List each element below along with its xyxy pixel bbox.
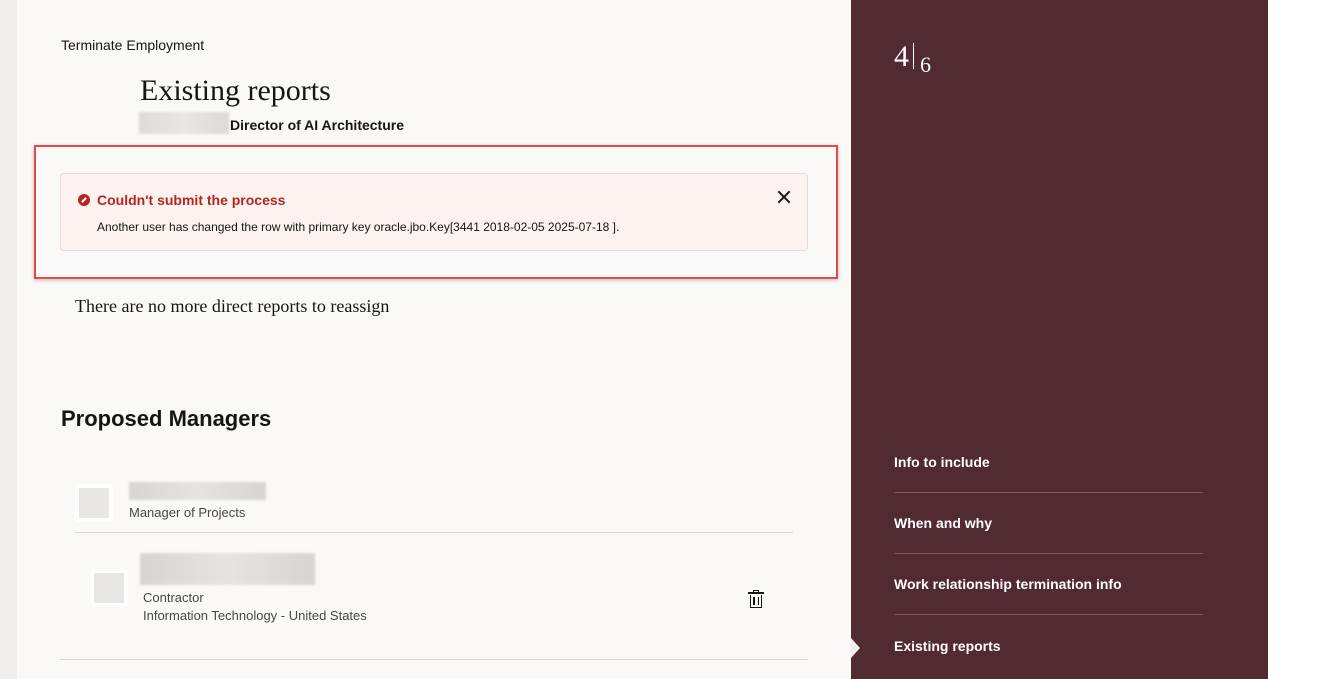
error-message: Another user has changed the row with pr… [97,220,620,234]
main-content: Terminate Employment Existing reports Di… [17,0,851,679]
page-title: Existing reports [140,74,331,107]
step-list: Info to include When and why Work relati… [894,432,1203,676]
employee-avatar [70,80,106,116]
divider [60,659,808,660]
error-title: Couldn't submit the process [97,192,286,208]
redacted-employee-name [139,112,229,134]
step-info-to-include[interactable]: Info to include [894,432,1203,493]
manager-avatar [90,569,128,607]
step-when-and-why[interactable]: When and why [894,493,1203,554]
step-work-relationship-termination-info[interactable]: Work relationship termination info [894,554,1203,615]
redacted-manager-name [129,482,266,500]
total-step-number: 6 [920,52,931,77]
redacted-manager-name [140,553,315,585]
no-reports-message: There are no more direct reports to reas… [75,296,390,316]
error-circle-icon [78,194,90,206]
manager-role: Contractor [143,590,204,605]
current-step-number: 4 [894,40,909,73]
page-margin [1268,0,1338,679]
close-icon[interactable] [775,188,793,206]
error-message-card: Couldn't submit the process Another user… [60,173,808,251]
current-step-pointer [851,638,860,658]
step-existing-reports[interactable]: Existing reports [894,615,1203,676]
employee-job-title: Director of AI Architecture [230,117,404,133]
process-title: Terminate Employment [61,37,205,53]
proposed-manager-row: Contractor Information Technology - Unit… [75,548,793,638]
manager-avatar [75,484,113,522]
manager-department: Information Technology - United States [143,608,367,623]
manager-role: Manager of Projects [129,505,246,520]
proposed-managers-heading: Proposed Managers [61,406,272,431]
proposed-manager-row: Manager of Projects [75,478,793,533]
step-navigation-panel: 46 Info to include When and why Work rel… [851,0,1268,679]
trash-icon[interactable] [748,590,764,608]
step-counter: 46 [894,40,931,77]
